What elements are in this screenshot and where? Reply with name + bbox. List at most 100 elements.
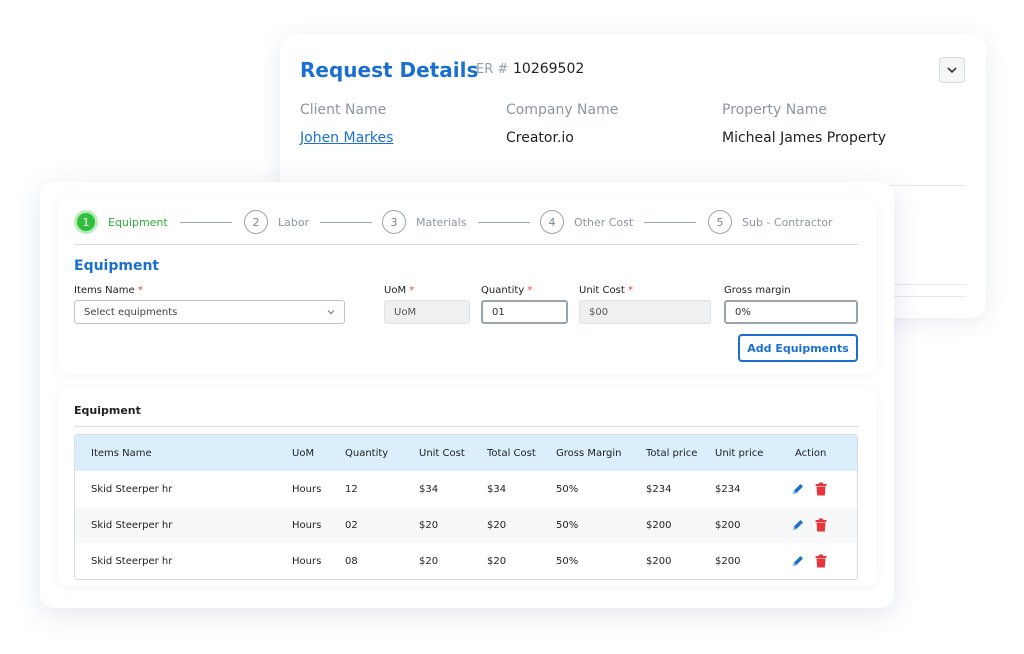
section-title: Equipment — [74, 258, 160, 274]
client-name-label: Client Name — [300, 102, 387, 118]
cell-items-name: Skid Steerper hr — [91, 483, 173, 495]
cell-total-price: $234 — [646, 483, 672, 495]
edit-pencil-icon[interactable] — [791, 482, 805, 496]
label-text: UoM — [384, 285, 407, 296]
collapse-button[interactable] — [939, 57, 965, 83]
step-connector — [320, 222, 372, 223]
cell-total-price: $200 — [646, 555, 672, 567]
items-name-label: Items Name * — [74, 285, 143, 296]
header-unit-price: Unit price — [715, 447, 764, 459]
delete-trash-icon[interactable] — [815, 518, 827, 532]
cell-action — [791, 543, 827, 579]
equipment-card: 1 Equipment 2 Labor 3 Materials 4 Other … — [40, 182, 894, 608]
edit-pencil-icon[interactable] — [791, 518, 805, 532]
cell-quantity: 02 — [345, 519, 358, 531]
delete-trash-icon[interactable] — [815, 554, 827, 568]
unit-cost-label: Unit Cost * — [579, 285, 633, 296]
cell-gross-margin: 50% — [556, 483, 579, 495]
step-labor[interactable]: 2 Labor — [244, 210, 309, 234]
field-value: 01 — [492, 306, 505, 318]
step-label: Materials — [416, 215, 467, 229]
cell-unit-cost: $20 — [419, 519, 439, 531]
request-details-title: Request Details — [300, 58, 479, 82]
gross-margin-label: Gross margin — [724, 285, 791, 296]
label-text: Quantity — [481, 285, 525, 296]
equipment-table-panel: Equipment Items Name UoM Quantity Unit C… — [58, 388, 876, 586]
label-text: Items Name — [74, 285, 135, 296]
cell-gross-margin: 50% — [556, 555, 579, 567]
required-mark: * — [137, 285, 143, 296]
required-mark: * — [409, 285, 415, 296]
label-text: Unit Cost — [579, 285, 625, 296]
header-unit-cost: Unit Cost — [419, 447, 465, 459]
cell-total-cost: $20 — [487, 519, 507, 531]
edit-pencil-icon[interactable] — [791, 554, 805, 568]
equipment-table: Items Name UoM Quantity Unit Cost Total … — [74, 434, 858, 580]
gross-margin-input[interactable]: 0% — [724, 300, 858, 324]
required-mark: * — [527, 285, 533, 296]
er-label: ER # — [476, 62, 509, 77]
quantity-input[interactable]: 01 — [481, 300, 568, 324]
delete-trash-icon[interactable] — [815, 482, 827, 496]
quantity-label: Quantity * — [481, 285, 532, 296]
step-number: 5 — [708, 210, 732, 234]
chevron-down-icon — [947, 66, 957, 73]
divider — [74, 244, 858, 245]
step-label: Other Cost — [574, 215, 634, 229]
cell-unit-price: $200 — [715, 519, 741, 531]
cell-items-name: Skid Steerper hr — [91, 519, 173, 531]
cell-uom: Hours — [292, 555, 322, 567]
cell-unit-price: $200 — [715, 555, 741, 567]
select-placeholder: Select equipments — [84, 306, 178, 318]
step-number: 4 — [540, 210, 564, 234]
step-connector — [180, 222, 232, 223]
table-header-row: Items Name UoM Quantity Unit Cost Total … — [75, 435, 857, 471]
company-name-label: Company Name — [506, 102, 619, 118]
header-items-name: Items Name — [91, 447, 152, 459]
required-mark: * — [627, 285, 633, 296]
client-name-link[interactable]: Johen Markes — [300, 130, 393, 146]
header-total-cost: Total Cost — [487, 447, 536, 459]
step-number: 2 — [244, 210, 268, 234]
cell-unit-price: $234 — [715, 483, 741, 495]
cell-quantity: 08 — [345, 555, 358, 567]
table-row: Skid Steerper hr Hours 08 $20 $20 50% $2… — [75, 543, 857, 579]
cell-uom: Hours — [292, 519, 322, 531]
step-number: 3 — [382, 210, 406, 234]
equipment-form-panel: 1 Equipment 2 Labor 3 Materials 4 Other … — [58, 198, 876, 374]
step-equipment[interactable]: 1 Equipment — [74, 210, 168, 234]
chevron-down-icon — [327, 310, 335, 315]
cell-unit-cost: $34 — [419, 483, 439, 495]
header-gross-margin: Gross Margin — [556, 447, 622, 459]
uom-field: UoM — [384, 300, 470, 324]
header-uom: UoM — [292, 447, 315, 459]
cell-total-cost: $34 — [487, 483, 507, 495]
cell-uom: Hours — [292, 483, 322, 495]
step-materials[interactable]: 3 Materials — [382, 210, 466, 234]
cell-action — [791, 507, 827, 543]
divider — [74, 426, 858, 427]
field-value: $00 — [589, 306, 609, 318]
cell-action — [791, 471, 827, 507]
unit-cost-field: $00 — [579, 300, 711, 324]
header-action: Action — [795, 447, 827, 459]
step-sub-contractor[interactable]: 5 Sub - Contractor — [708, 210, 832, 234]
add-equipments-button[interactable]: Add Equipments — [738, 334, 858, 362]
cell-total-price: $200 — [646, 519, 672, 531]
stepper: 1 Equipment 2 Labor 3 Materials 4 Other … — [74, 210, 860, 238]
cell-total-cost: $20 — [487, 555, 507, 567]
step-other-cost[interactable]: 4 Other Cost — [540, 210, 633, 234]
field-value: 0% — [735, 306, 751, 318]
step-number: 1 — [74, 210, 98, 234]
step-connector — [478, 222, 530, 223]
cell-quantity: 12 — [345, 483, 358, 495]
table-row: Skid Steerper hr Hours 02 $20 $20 50% $2… — [75, 507, 857, 543]
step-connector — [644, 222, 696, 223]
cell-items-name: Skid Steerper hr — [91, 555, 173, 567]
items-name-select[interactable]: Select equipments — [74, 300, 345, 324]
er-number: 10269502 — [513, 61, 585, 77]
step-label: Equipment — [108, 215, 168, 229]
property-name-value: Micheal James Property — [722, 130, 887, 146]
cell-gross-margin: 50% — [556, 519, 579, 531]
property-name-label: Property Name — [722, 102, 827, 118]
